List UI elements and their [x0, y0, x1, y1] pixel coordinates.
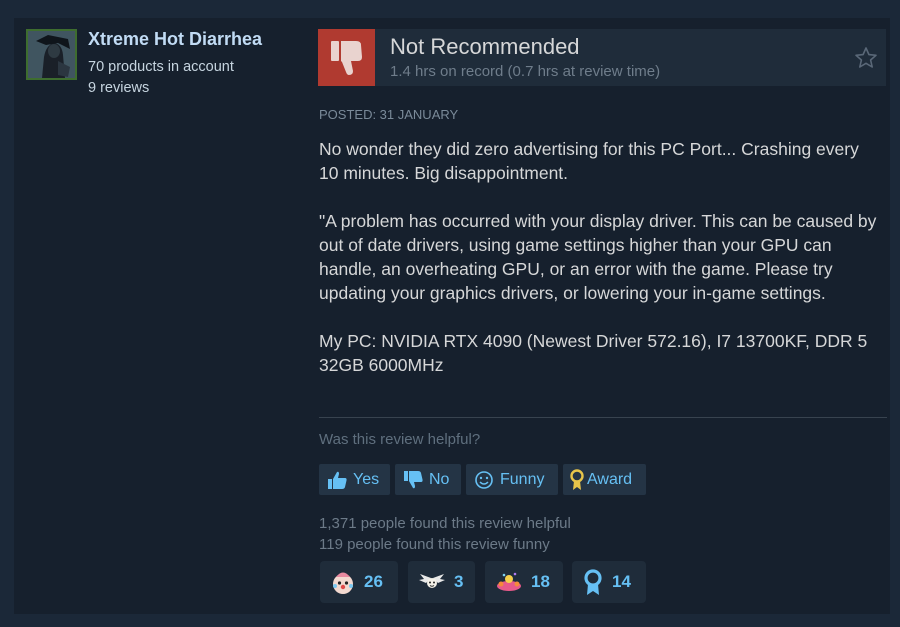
award-chip-clown[interactable]: 26 [320, 561, 398, 603]
funny-button[interactable]: Funny [466, 464, 558, 495]
review-paragraph: "A problem has occurred with your displa… [319, 211, 877, 303]
award-count: 26 [364, 572, 383, 591]
smiley-icon [475, 470, 493, 489]
award-button[interactable]: Award [563, 464, 646, 495]
award-chip-winged[interactable]: 3 [408, 561, 475, 603]
author-reviews[interactable]: 9 reviews [88, 80, 149, 96]
review-body: No wonder they did zero advertising for … [319, 137, 879, 377]
yes-button[interactable]: Yes [319, 464, 390, 495]
review-header[interactable]: Not Recommended 1.4 hrs on record (0.7 h… [318, 29, 886, 86]
avatar[interactable] [26, 29, 77, 80]
divider [319, 417, 887, 418]
award-label: Award [587, 470, 633, 488]
funny-count: 119 people found this review funny [319, 536, 550, 553]
review-verdict[interactable]: Not Recommended [390, 34, 580, 60]
award-chip-party[interactable]: 18 [485, 561, 563, 603]
medal-award-icon [584, 569, 602, 595]
helpful-question: Was this review helpful? [319, 431, 481, 448]
author-products[interactable]: 70 products in account [88, 59, 234, 75]
thumbs-down-icon [318, 29, 375, 86]
avatar-image [28, 31, 75, 78]
party-award-icon [497, 572, 521, 591]
posted-date: POSTED: 31 JANUARY [319, 107, 459, 122]
no-button[interactable]: No [395, 464, 461, 495]
helpful-count: 1,371 people found this review helpful [319, 515, 571, 532]
award-chip-medal[interactable]: 14 [572, 561, 646, 603]
thumbs-down-icon [404, 470, 423, 488]
award-ribbon-icon [570, 468, 584, 490]
no-label: No [429, 470, 450, 488]
playtime: 1.4 hrs on record (0.7 hrs at review tim… [390, 63, 661, 80]
review-paragraph: No wonder they did zero advertising for … [319, 139, 859, 183]
funny-label: Funny [500, 470, 545, 488]
author-name[interactable]: Xtreme Hot Diarrhea [88, 29, 262, 50]
star-icon[interactable] [854, 46, 878, 70]
award-count: 18 [531, 572, 550, 591]
winged-award-icon [419, 574, 445, 588]
review-paragraph: My PC: NVIDIA RTX 4090 (Newest Driver 57… [319, 331, 868, 375]
thumbs-up-icon [328, 471, 347, 489]
award-count: 3 [454, 572, 464, 591]
award-count: 14 [612, 572, 631, 591]
clown-award-icon [333, 572, 353, 594]
yes-label: Yes [353, 470, 380, 488]
